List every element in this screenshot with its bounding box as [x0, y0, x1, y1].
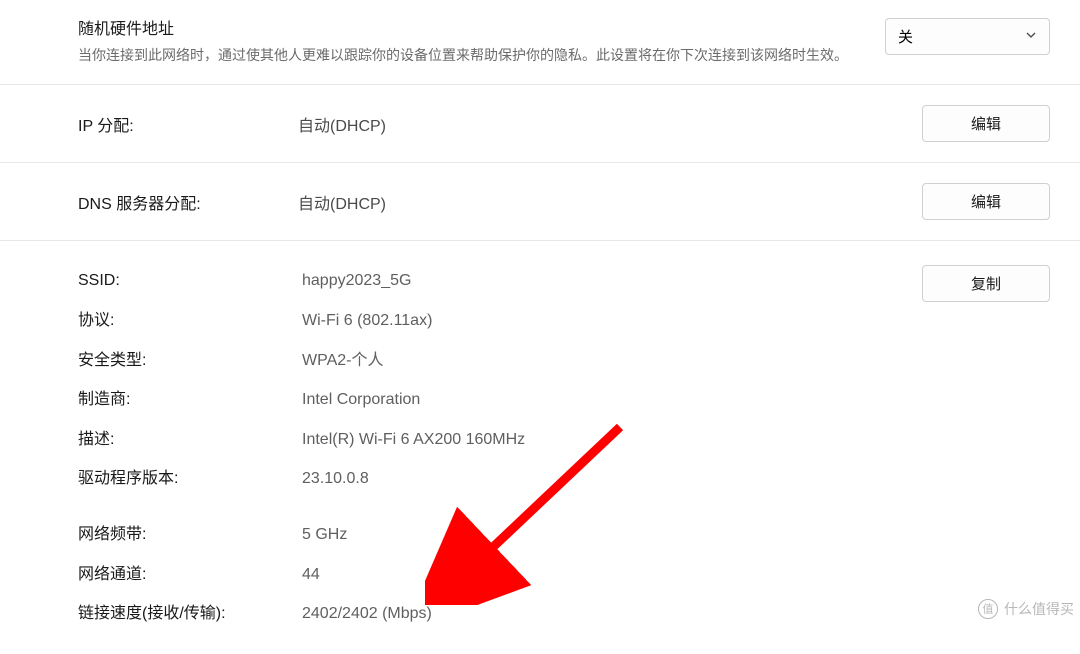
- copy-button[interactable]: 复制: [922, 265, 1050, 302]
- detail-value: Intel Corporation: [302, 387, 1050, 413]
- detail-row: 制造商: Intel Corporation: [78, 380, 1050, 420]
- random-mac-content: 随机硬件地址 当你连接到此网络时，通过使其他人更难以跟踪你的设备位置来帮助保护你…: [78, 18, 865, 66]
- detail-label: 安全类型:: [78, 348, 302, 374]
- detail-label: 网络频带:: [78, 522, 302, 548]
- detail-label: 制造商:: [78, 387, 302, 413]
- detail-row: 描述: Intel(R) Wi-Fi 6 AX200 160MHz: [78, 420, 1050, 460]
- random-mac-title: 随机硬件地址: [78, 18, 865, 42]
- detail-row: 网络频带: 5 GHz: [78, 515, 1050, 555]
- watermark: 什么值得买: [978, 599, 1074, 619]
- detail-row: 安全类型: WPA2-个人: [78, 341, 1050, 381]
- detail-value: happy2023_5G: [302, 268, 922, 294]
- detail-spacer: [78, 499, 1050, 515]
- dns-assign-edit-button[interactable]: 编辑: [922, 183, 1050, 220]
- watermark-icon: [978, 599, 998, 619]
- detail-value: 5 GHz: [302, 522, 1050, 548]
- ip-assign-value: 自动(DHCP): [298, 112, 902, 136]
- random-mac-desc: 当你连接到此网络时，通过使其他人更难以跟踪你的设备位置来帮助保护你的隐私。此设置…: [78, 44, 865, 66]
- detail-row: SSID: happy2023_5G: [78, 261, 922, 301]
- random-mac-dropdown-value: 关: [898, 26, 913, 47]
- detail-row: 链接速度(接收/传输): 2402/2402 (Mbps): [78, 594, 1050, 634]
- detail-row: 驱动程序版本: 23.10.0.8: [78, 459, 1050, 499]
- detail-label: 协议:: [78, 308, 302, 334]
- detail-label: 驱动程序版本:: [78, 466, 302, 492]
- dns-assign-label: DNS 服务器分配:: [78, 190, 278, 214]
- random-mac-dropdown[interactable]: 关: [885, 18, 1050, 55]
- chevron-down-icon: [1025, 29, 1037, 44]
- detail-value: Intel(R) Wi-Fi 6 AX200 160MHz: [302, 427, 1050, 453]
- random-mac-panel: 随机硬件地址 当你连接到此网络时，通过使其他人更难以跟踪你的设备位置来帮助保护你…: [0, 0, 1080, 85]
- detail-label: 链接速度(接收/传输):: [78, 601, 302, 627]
- dns-assign-row: DNS 服务器分配: 自动(DHCP) 编辑: [0, 163, 1080, 241]
- watermark-text: 什么值得买: [1004, 599, 1074, 619]
- ip-assign-label: IP 分配:: [78, 112, 278, 136]
- dns-assign-value: 自动(DHCP): [298, 190, 902, 214]
- detail-label: 网络通道:: [78, 562, 302, 588]
- detail-label: 描述:: [78, 427, 302, 453]
- ip-assign-edit-button[interactable]: 编辑: [922, 105, 1050, 142]
- detail-label: SSID:: [78, 268, 302, 294]
- network-details-panel: 复制 SSID: happy2023_5G 协议: Wi-Fi 6 (802.1…: [0, 241, 1080, 653]
- detail-value: 2402/2402 (Mbps): [302, 601, 1050, 627]
- ip-assign-row: IP 分配: 自动(DHCP) 编辑: [0, 85, 1080, 163]
- detail-value: WPA2-个人: [302, 348, 1050, 374]
- detail-row: 网络通道: 44: [78, 555, 1050, 595]
- detail-row: 协议: Wi-Fi 6 (802.11ax): [78, 301, 922, 341]
- detail-value: Wi-Fi 6 (802.11ax): [302, 308, 922, 334]
- detail-value: 23.10.0.8: [302, 466, 1050, 492]
- detail-value: 44: [302, 562, 1050, 588]
